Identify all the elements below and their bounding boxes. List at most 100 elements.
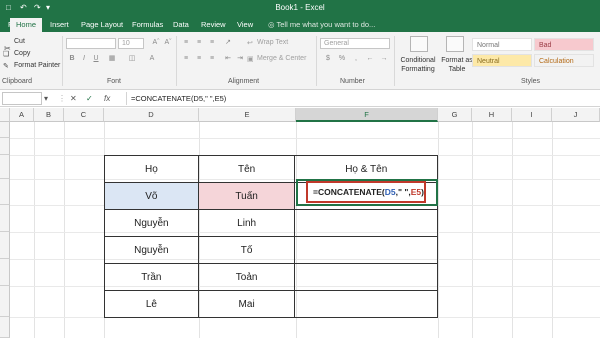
tab-review[interactable]: Review bbox=[195, 18, 232, 32]
column-header-a[interactable]: A bbox=[10, 108, 34, 122]
cell-e5[interactable]: Tuấn bbox=[197, 182, 296, 210]
align-bottom-icon[interactable]: ≡ bbox=[206, 38, 218, 48]
cut-icon[interactable]: ✂ bbox=[4, 38, 12, 53]
tab-formulas[interactable]: Formulas bbox=[126, 18, 169, 32]
separator bbox=[176, 36, 177, 86]
align-top-icon[interactable]: ≡ bbox=[180, 38, 192, 48]
decrease-indent-icon[interactable]: ⇤ bbox=[222, 54, 234, 64]
wrap-text-button[interactable]: Wrap Text bbox=[257, 39, 288, 46]
fill-color-icon[interactable]: ◫ bbox=[126, 54, 138, 64]
name-box-dropdown-icon[interactable]: ▾ bbox=[44, 92, 48, 105]
row-header[interactable] bbox=[0, 155, 10, 179]
select-all-corner[interactable] bbox=[0, 108, 10, 122]
merge-center-button[interactable]: Merge & Center bbox=[257, 55, 306, 62]
orientation-icon[interactable]: ↗ bbox=[222, 38, 234, 48]
tab-data[interactable]: Data bbox=[167, 18, 195, 32]
row-header[interactable] bbox=[0, 122, 10, 138]
align-middle-icon[interactable]: ≡ bbox=[193, 38, 205, 48]
format-as-table-button[interactable]: Format as Table bbox=[440, 56, 474, 74]
copy-button[interactable]: Copy bbox=[14, 50, 30, 57]
tab-page-layout[interactable]: Page Layout bbox=[75, 18, 129, 32]
column-header-g[interactable]: G bbox=[438, 108, 472, 122]
tab-home[interactable]: Home bbox=[10, 18, 43, 32]
header-cell-ten[interactable]: Tên bbox=[197, 155, 296, 183]
merge-center-icon[interactable]: ▣ bbox=[247, 55, 254, 63]
format-painter-icon[interactable]: ✎ bbox=[3, 62, 9, 70]
table-cell[interactable] bbox=[294, 290, 438, 318]
table-cell[interactable]: Nguyễn bbox=[104, 236, 199, 264]
currency-icon[interactable]: $ bbox=[322, 54, 334, 64]
font-name-box[interactable] bbox=[66, 38, 116, 49]
style-neutral[interactable]: Neutral bbox=[472, 54, 532, 67]
increase-indent-icon[interactable]: ⇥ bbox=[234, 54, 246, 64]
conditional-formatting-icon[interactable] bbox=[410, 36, 428, 52]
column-header-j[interactable]: J bbox=[552, 108, 600, 122]
cell-d5[interactable]: Võ bbox=[104, 182, 199, 210]
tab-view[interactable]: View bbox=[231, 18, 259, 32]
increase-decimal-icon[interactable]: ← bbox=[364, 54, 376, 64]
table-cell[interactable]: Nguyễn bbox=[104, 209, 199, 237]
comma-icon[interactable]: , bbox=[350, 54, 362, 64]
header-cell-ho-ten[interactable]: Họ & Tên bbox=[294, 155, 438, 183]
column-header-e[interactable]: E bbox=[199, 108, 296, 122]
italic-icon[interactable]: I bbox=[78, 54, 90, 64]
name-box[interactable] bbox=[2, 92, 42, 105]
underline-icon[interactable]: U bbox=[90, 54, 102, 64]
enter-icon[interactable]: ✓ bbox=[86, 92, 93, 105]
style-bad[interactable]: Bad bbox=[534, 38, 594, 51]
align-center-icon[interactable]: ≡ bbox=[193, 54, 205, 64]
table-cell[interactable]: Linh bbox=[197, 209, 296, 237]
table-cell[interactable]: Trần bbox=[104, 263, 199, 291]
cancel-icon[interactable]: ✕ bbox=[70, 92, 77, 105]
tab-insert[interactable]: Insert bbox=[44, 18, 75, 32]
table-cell[interactable]: Toản bbox=[197, 263, 296, 291]
percent-icon[interactable]: % bbox=[336, 54, 348, 64]
table-cell[interactable]: Lê bbox=[104, 290, 199, 318]
in-cell-formula-editor[interactable]: =CONCATENATE(D5," ",E5) bbox=[306, 181, 426, 203]
column-header-i[interactable]: I bbox=[512, 108, 552, 122]
header-cell-ho[interactable]: Họ bbox=[104, 155, 199, 183]
table-cell[interactable] bbox=[294, 236, 438, 264]
row-header[interactable] bbox=[0, 205, 10, 232]
format-as-table-icon[interactable] bbox=[446, 36, 464, 52]
number-format-box[interactable]: General bbox=[320, 38, 390, 49]
row-header[interactable] bbox=[0, 138, 10, 155]
table-cell[interactable] bbox=[294, 209, 438, 237]
tell-me-box[interactable]: ◎ Tell me what you want to do... bbox=[268, 18, 375, 32]
table-cell[interactable]: Mai bbox=[197, 290, 296, 318]
borders-icon[interactable]: ▦ bbox=[106, 54, 118, 64]
row-header[interactable] bbox=[0, 286, 10, 317]
table-row: Lê Mai bbox=[104, 290, 438, 318]
insert-function-icon[interactable]: fx bbox=[104, 92, 110, 105]
lightbulb-icon: ◎ bbox=[268, 20, 275, 29]
table-cell[interactable]: Tố bbox=[197, 236, 296, 264]
row-header[interactable] bbox=[0, 317, 10, 338]
grow-font-icon[interactable]: Aˆ bbox=[150, 38, 162, 48]
formula-bar: ▾ ⋮ ✕ ✓ fx =CONCATENATE(D5," ",E5) bbox=[0, 90, 600, 107]
bold-icon[interactable]: B bbox=[66, 54, 78, 64]
align-left-icon[interactable]: ≡ bbox=[180, 54, 192, 64]
copy-icon[interactable]: ❏ bbox=[3, 50, 9, 58]
style-calculation[interactable]: Calculation bbox=[534, 54, 594, 67]
column-header-c[interactable]: C bbox=[64, 108, 104, 122]
column-header-f[interactable]: F bbox=[296, 108, 438, 122]
wrap-text-icon[interactable]: ↩ bbox=[247, 39, 253, 47]
row-header[interactable] bbox=[0, 259, 10, 286]
format-painter-button[interactable]: Format Painter bbox=[14, 62, 60, 69]
font-color-icon[interactable]: A bbox=[146, 54, 158, 64]
window-title: Book1 - Excel bbox=[275, 3, 325, 12]
font-size-box[interactable]: 10 bbox=[118, 38, 144, 49]
cut-button[interactable]: Cut bbox=[14, 38, 25, 45]
align-right-icon[interactable]: ≡ bbox=[206, 54, 218, 64]
shrink-font-icon[interactable]: Aˇ bbox=[162, 38, 174, 48]
row-header[interactable] bbox=[0, 232, 10, 259]
column-header-d[interactable]: D bbox=[104, 108, 199, 122]
style-normal[interactable]: Normal bbox=[472, 38, 532, 51]
column-header-h[interactable]: H bbox=[472, 108, 512, 122]
row-header[interactable] bbox=[0, 179, 10, 205]
column-header-b[interactable]: B bbox=[34, 108, 64, 122]
conditional-formatting-button[interactable]: Conditional Formatting bbox=[398, 56, 438, 74]
decrease-decimal-icon[interactable]: → bbox=[378, 54, 390, 64]
formula-input[interactable]: =CONCATENATE(D5," ",E5) bbox=[126, 92, 598, 105]
table-cell[interactable] bbox=[294, 263, 438, 291]
